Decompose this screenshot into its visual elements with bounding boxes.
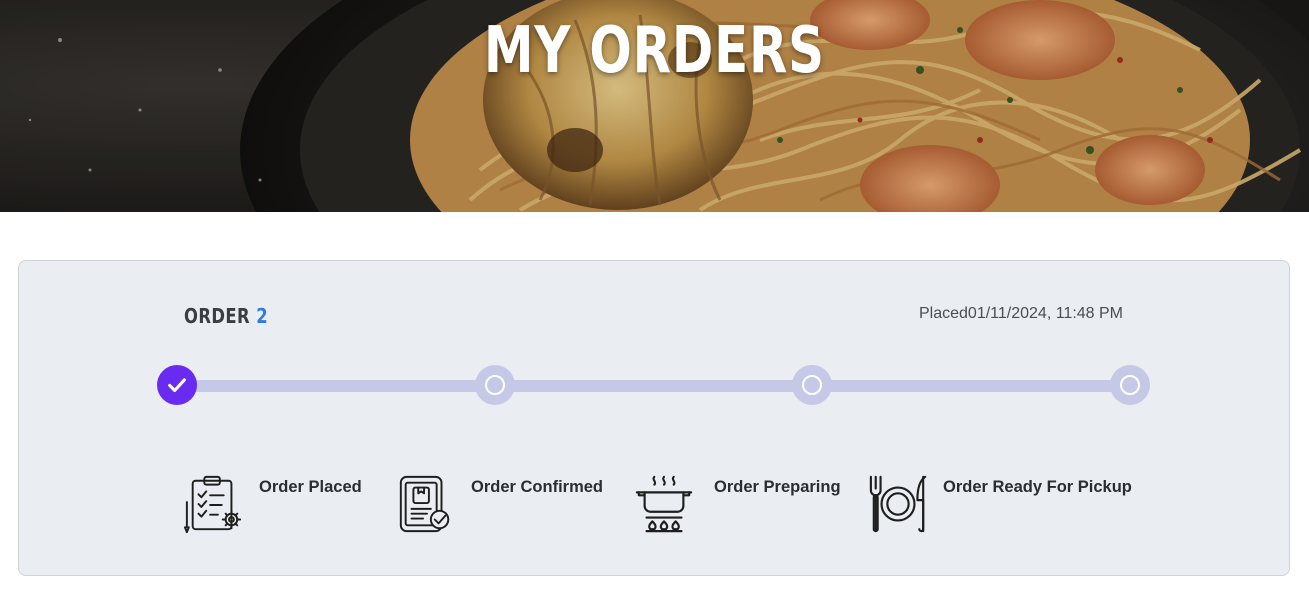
placed-prefix: Placed xyxy=(919,305,968,322)
plate-fork-knife-icon xyxy=(869,475,927,533)
order-label: ORDER xyxy=(184,304,251,328)
cooking-pot-icon xyxy=(635,475,693,533)
checkmark-icon xyxy=(168,378,186,393)
step-dot-order-confirmed xyxy=(475,365,515,405)
step-dot-order-preparing xyxy=(792,365,832,405)
order-number: 2 xyxy=(256,304,269,328)
step-label-order-confirmed: Order Confirmed xyxy=(471,478,604,496)
phone-order-check-icon xyxy=(399,475,450,533)
pending-ring-icon xyxy=(485,375,505,395)
pending-ring-icon xyxy=(1120,375,1140,395)
order-placed-timestamp: Placed01/11/2024, 11:48 PM xyxy=(919,305,1123,323)
placed-datetime: 01/11/2024, 11:48 PM xyxy=(967,305,1123,322)
step-label-order-ready-for-pickup: Order Ready For Pickup xyxy=(943,478,1132,496)
pending-ring-icon xyxy=(802,375,822,395)
order-card: ORDER 2 Placed01/11/2024, 11:48 PM Order… xyxy=(18,260,1290,576)
clipboard-checklist-gear-icon xyxy=(183,475,242,534)
page-title: MY ORDERS xyxy=(483,14,825,88)
step-label-order-preparing: Order Preparing xyxy=(714,478,841,496)
hero-banner: MY ORDERS xyxy=(0,0,1309,212)
step-label-order-placed: Order Placed xyxy=(259,478,362,496)
step-dot-order-ready xyxy=(1110,365,1150,405)
order-heading: ORDER 2 xyxy=(184,304,268,328)
progress-track xyxy=(177,380,1149,392)
step-dot-order-placed xyxy=(157,365,197,405)
